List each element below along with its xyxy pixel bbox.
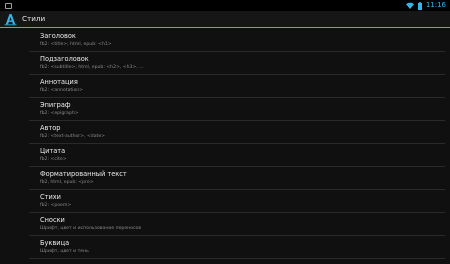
style-item-author[interactable]: Автор fb2: <text-author>, <date> [0, 121, 450, 144]
style-item-cite[interactable]: Цитата fb2: <cite> [0, 144, 450, 167]
wifi-icon [405, 2, 414, 9]
style-item-footnotes[interactable]: Сноски Шрифт, цвет и использование перен… [0, 213, 450, 236]
battery-icon [417, 1, 422, 10]
style-item-poem[interactable]: Стихи fb2: <poem> [0, 190, 450, 213]
app-logo-icon[interactable] [3, 12, 17, 26]
page-title: Стили [22, 14, 46, 23]
status-bar: 11:16 [0, 0, 450, 11]
clock-text: 11:16 [425, 1, 446, 9]
style-item-summary: fb2: <text-author>, <date> [40, 134, 106, 139]
style-item-summary: fb2: <epigraph> [40, 111, 79, 116]
action-bar-divider [0, 27, 450, 28]
style-item-label: Форматированный текст [40, 170, 127, 178]
style-item-label: Заголовок [40, 32, 76, 40]
screen: 11:16 Стили Заголовок fb2: <title>; html… [0, 0, 450, 264]
style-item-summary: fb2: <subtitle>; html, epub: <h2>, <h3>,… [40, 65, 144, 70]
style-item-label: Автор [40, 124, 61, 132]
style-item-summary: fb2: <title>; html, epub: <h1> [40, 42, 112, 47]
action-bar: Стили [0, 11, 450, 27]
style-item-summary: fb2, html, epub: <pre> [40, 180, 94, 185]
style-item-summary: fb2: <poem> [40, 203, 72, 208]
styles-list: Заголовок fb2: <title>; html, epub: <h1>… [0, 29, 450, 259]
notification-icon [5, 2, 12, 9]
style-item-title[interactable]: Заголовок fb2: <title>; html, epub: <h1> [0, 29, 450, 52]
style-item-summary: Шрифт, цвет и тень [40, 249, 89, 254]
style-item-annotation[interactable]: Аннотация fb2: <annotation> [0, 75, 450, 98]
style-item-label: Буквица [40, 239, 70, 247]
style-item-label: Подзаголовок [40, 55, 89, 63]
style-item-preformatted[interactable]: Форматированный текст fb2, html, epub: <… [0, 167, 450, 190]
style-item-summary: fb2: <annotation> [40, 88, 84, 93]
style-item-label: Сноски [40, 216, 65, 224]
style-item-label: Эпиграф [40, 101, 71, 109]
style-item-label: Аннотация [40, 78, 78, 86]
style-item-epigraph[interactable]: Эпиграф fb2: <epigraph> [0, 98, 450, 121]
style-item-label: Цитата [40, 147, 66, 155]
style-item-subtitle[interactable]: Подзаголовок fb2: <subtitle>; html, epub… [0, 52, 450, 75]
style-item-label: Стихи [40, 193, 61, 201]
style-item-drop-cap[interactable]: Буквица Шрифт, цвет и тень [0, 236, 450, 259]
style-item-summary: Шрифт, цвет и использование переносов [40, 226, 142, 231]
style-item-summary: fb2: <cite> [40, 157, 67, 162]
